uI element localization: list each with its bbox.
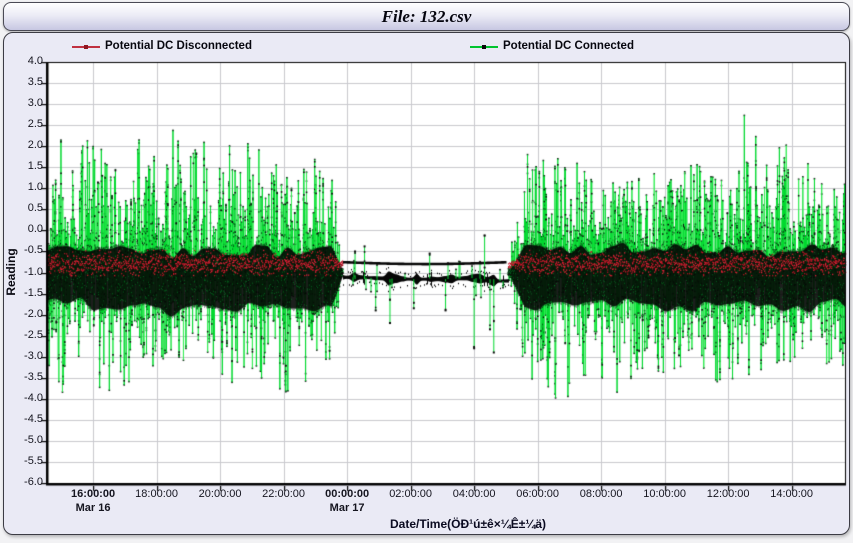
x-tick-label: 06:00:00 xyxy=(506,488,570,500)
x-tick-date-label: Mar 17 xyxy=(315,502,379,514)
x-tick-date-label: Mar 16 xyxy=(61,502,125,514)
x-tick-label: 02:00:00 xyxy=(379,488,443,500)
x-tick-label: 18:00:00 xyxy=(125,488,189,500)
application-window: File: 132.csv Potential DC Disconnected … xyxy=(0,0,853,543)
y-tick-label: 4.0 xyxy=(0,55,43,67)
y-tick-label: 3.5 xyxy=(0,76,43,88)
x-tick-label: 12:00:00 xyxy=(696,488,760,500)
x-tick-label: 08:00:00 xyxy=(569,488,633,500)
y-tick-label: -5.5 xyxy=(0,455,43,467)
y-tick-label: 3.0 xyxy=(0,97,43,109)
x-tick-label: 00:00:00 xyxy=(315,488,379,500)
y-tick-label: -4.0 xyxy=(0,392,43,404)
y-tick-label: -3.0 xyxy=(0,350,43,362)
y-tick-label: -2.5 xyxy=(0,329,43,341)
y-tick-label: -2.0 xyxy=(0,308,43,320)
y-tick-label: 1.5 xyxy=(0,160,43,172)
y-tick-label: 1.0 xyxy=(0,181,43,193)
y-tick-label: -1.5 xyxy=(0,287,43,299)
x-tick-label: 10:00:00 xyxy=(633,488,697,500)
y-tick-label: -6.0 xyxy=(0,476,43,488)
x-tick-label: 04:00:00 xyxy=(442,488,506,500)
y-tick-label: 0.0 xyxy=(0,223,43,235)
x-axis-title: Date/Time(ÖÐ¹ú±ê×¼Ê±¼ä) xyxy=(368,517,568,531)
y-tick-label: -5.0 xyxy=(0,434,43,446)
legend-label-connected: Potential DC Connected xyxy=(503,40,634,52)
y-tick-label: 2.0 xyxy=(0,139,43,151)
x-tick-label: 20:00:00 xyxy=(188,488,252,500)
disconnected-series-marker-icon xyxy=(72,46,100,48)
y-tick-label: -3.5 xyxy=(0,371,43,383)
x-tick-label: 16:00:00 xyxy=(61,488,125,500)
connected-series-marker-icon xyxy=(470,46,498,48)
y-tick-label: -0.5 xyxy=(0,244,43,256)
y-tick-label: -1.0 xyxy=(0,266,43,278)
window-title: File: 132.csv xyxy=(4,3,849,30)
y-tick-label: 0.5 xyxy=(0,202,43,214)
y-tick-label: 2.5 xyxy=(0,118,43,130)
plot-canvas[interactable] xyxy=(8,36,847,496)
x-tick-label: 14:00:00 xyxy=(760,488,824,500)
x-tick-label: 22:00:00 xyxy=(252,488,316,500)
window-titlebar: File: 132.csv xyxy=(3,2,850,31)
y-tick-label: -4.5 xyxy=(0,413,43,425)
legend-label-disconnected: Potential DC Disconnected xyxy=(105,40,252,52)
